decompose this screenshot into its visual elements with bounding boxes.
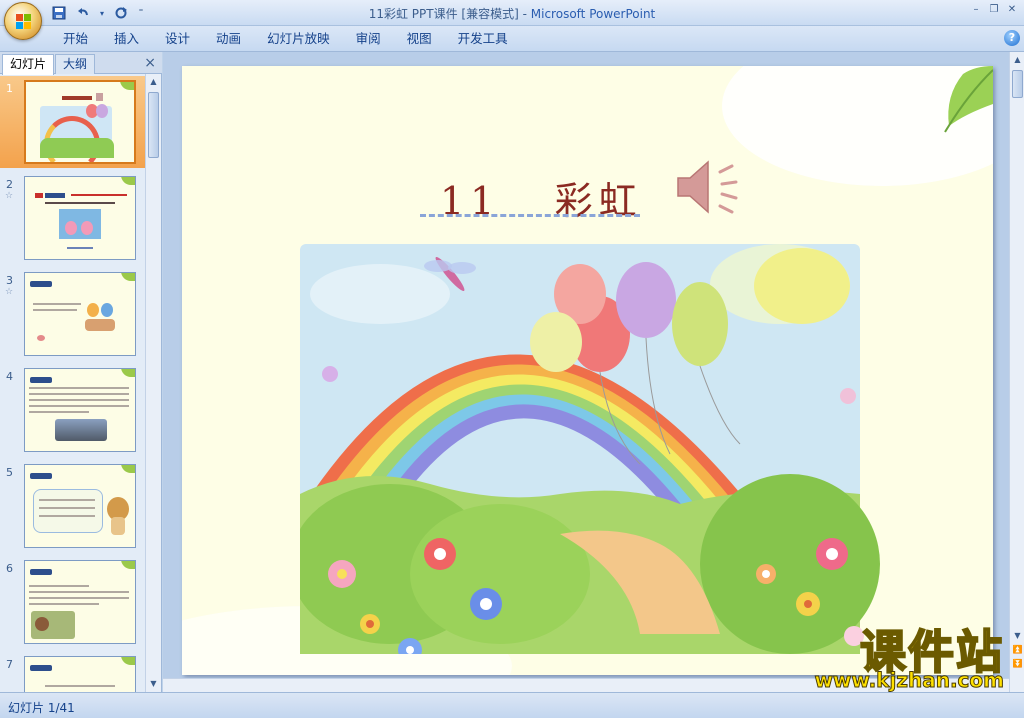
leaf-decoration — [121, 465, 135, 473]
leaf-icon — [944, 66, 993, 133]
title-underline — [420, 214, 640, 217]
thumbnail-image — [24, 464, 136, 548]
thumbnail-slide-2[interactable]: 2 ☆ — [0, 172, 146, 264]
ribbon-tabs-bar: 开始 插入 设计 动画 幻灯片放映 审阅 视图 开发工具 ? — [0, 26, 1024, 52]
thumbnail-slide-1[interactable]: 1 — [0, 76, 146, 168]
close-window-icon[interactable]: ✕ — [1004, 2, 1020, 18]
tab-view[interactable]: 视图 — [394, 31, 445, 47]
animation-star-icon: ☆ — [5, 287, 14, 297]
current-slide[interactable]: 11 彩虹 — [182, 66, 993, 675]
tab-insert[interactable]: 插入 — [101, 31, 152, 47]
pane-tab-bar: 幻灯片 大纲 × — [0, 52, 162, 75]
thumbnail-image — [24, 368, 136, 452]
leaf-decoration — [121, 561, 135, 569]
restore-icon[interactable]: ❐ — [986, 2, 1002, 18]
title-bar: ▾ ⁼ 11彩虹 PPT课件 [兼容模式] - Microsoft PowerP… — [0, 0, 1024, 40]
scroll-down-icon[interactable]: ▼ — [1012, 630, 1023, 641]
tab-slideshow[interactable]: 幻灯片放映 — [254, 31, 343, 47]
tab-developer[interactable]: 开发工具 — [445, 31, 521, 47]
next-slide-icon[interactable]: ⏬ — [1012, 658, 1023, 669]
scrollbar-thumb[interactable] — [148, 92, 159, 158]
animation-star-icon: ☆ — [5, 191, 14, 201]
window-controls: – ❐ ✕ — [968, 2, 1020, 18]
ribbon-tab-list: 开始 插入 设计 动画 幻灯片放映 审阅 视图 开发工具 — [50, 31, 521, 47]
speaker-icon[interactable] — [674, 156, 744, 218]
thumbnail-image — [24, 656, 136, 692]
rainbow-illustration — [300, 244, 880, 654]
office-logo-icon — [16, 14, 32, 30]
watermark: 课件站 www.kjzhan.com — [764, 616, 1005, 696]
help-icon[interactable]: ? — [1004, 30, 1020, 46]
thumbnail-number: 3 — [6, 274, 13, 287]
thumbnail-number: 7 — [6, 658, 13, 671]
leaf-decoration — [121, 273, 135, 281]
tab-design[interactable]: 设计 — [152, 31, 203, 47]
thumbnail-slide-5[interactable]: 5 — [0, 460, 146, 552]
tab-outline[interactable]: 大纲 — [55, 54, 96, 74]
thumbnail-scrollbar[interactable]: ▲ ▼ — [145, 74, 161, 692]
thumbnail-image — [24, 272, 136, 356]
leaf-decoration — [121, 177, 135, 185]
slide-editing-area: 11 彩虹 ▲ ▼ ⏫ ⏬ — [163, 52, 1024, 692]
thumbnail-number: 2 — [6, 178, 13, 191]
thumbnail-number: 6 — [6, 562, 13, 575]
thumbnail-slide-7[interactable]: 7 — [0, 652, 146, 692]
app-name: Microsoft PowerPoint — [530, 7, 656, 21]
thumbnail-image — [24, 176, 136, 260]
thumbnail-slide-4[interactable]: 4 — [0, 364, 146, 456]
office-button[interactable] — [4, 2, 42, 40]
previous-slide-icon[interactable]: ⏫ — [1012, 644, 1023, 655]
tab-review[interactable]: 审阅 — [343, 31, 394, 47]
watermark-url: www.kjzhan.com — [814, 668, 1005, 693]
leaf-decoration — [120, 82, 134, 90]
tab-animation[interactable]: 动画 — [203, 31, 254, 47]
thumbnail-image — [24, 560, 136, 644]
leaf-decoration — [121, 369, 135, 377]
close-pane-icon[interactable]: × — [144, 55, 156, 71]
scrollbar-thumb[interactable] — [1012, 70, 1023, 98]
leaf-decoration — [121, 657, 135, 665]
slide-count-status: 幻灯片 1/41 — [8, 701, 75, 715]
scroll-down-icon[interactable]: ▼ — [148, 678, 159, 689]
slide-vertical-scrollbar[interactable]: ▲ ▼ ⏫ ⏬ — [1009, 52, 1024, 692]
thumbnail-list: 1 2 ☆ 3 ☆ 4 5 6 7 — [0, 74, 146, 692]
thumbnail-number: 4 — [6, 370, 13, 383]
scroll-up-icon[interactable]: ▲ — [1012, 54, 1023, 65]
thumbnail-image — [24, 80, 136, 164]
thumbnail-slide-3[interactable]: 3 ☆ — [0, 268, 146, 360]
minimize-icon[interactable]: – — [968, 2, 984, 18]
document-title: 11彩虹 PPT课件 [兼容模式] - — [368, 7, 527, 21]
thumbnail-number: 1 — [6, 82, 13, 95]
tab-home[interactable]: 开始 — [50, 31, 101, 47]
scroll-up-icon[interactable]: ▲ — [148, 76, 159, 87]
window-title: 11彩虹 PPT课件 [兼容模式] - Microsoft PowerPoint — [0, 5, 1024, 22]
tab-slides[interactable]: 幻灯片 — [2, 54, 55, 75]
thumbnail-slide-6[interactable]: 6 — [0, 556, 146, 648]
thumbnail-number: 5 — [6, 466, 13, 479]
slides-pane: 幻灯片 大纲 × 1 2 ☆ 3 ☆ 4 5 6 7 ▲ ▼ — [0, 52, 162, 692]
